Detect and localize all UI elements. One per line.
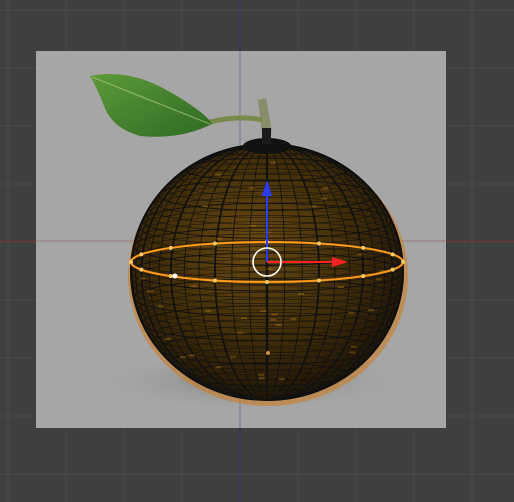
active-vertex[interactable] <box>173 274 178 279</box>
surface-highlight <box>241 317 247 319</box>
surface-highlight <box>139 277 145 279</box>
surface-highlight <box>351 346 357 348</box>
surface-highlight <box>298 293 304 295</box>
surface-highlight <box>259 377 265 379</box>
surface-highlight <box>357 254 363 256</box>
surface-highlight <box>180 356 186 358</box>
surface-highlight <box>191 285 197 287</box>
surface-highlight <box>216 366 222 368</box>
loop-vertex[interactable] <box>391 252 395 256</box>
surface-highlight <box>310 205 316 207</box>
surface-highlight <box>270 319 276 321</box>
surface-highlight <box>350 351 356 353</box>
loop-vertex[interactable] <box>213 278 217 282</box>
surface-highlight <box>279 378 285 380</box>
loop-vertex[interactable] <box>169 274 173 278</box>
surface-highlight <box>205 310 211 312</box>
surface-highlight <box>321 198 327 200</box>
surface-highlight <box>271 313 277 315</box>
loop-vertex[interactable] <box>361 274 365 278</box>
loop-vertex[interactable] <box>213 242 217 246</box>
surface-highlight <box>267 268 273 270</box>
surface-highlight <box>165 338 171 340</box>
loop-vertex[interactable] <box>139 268 143 272</box>
surface-highlight <box>237 332 243 334</box>
loop-vertex[interactable] <box>391 268 395 272</box>
loop-vertex[interactable] <box>361 246 365 250</box>
surface-highlight <box>275 324 281 326</box>
surface-highlight <box>249 187 255 189</box>
surface-highlight <box>258 374 264 376</box>
surface-highlight <box>260 310 266 312</box>
surface-highlight <box>322 187 328 189</box>
surface-highlight <box>290 318 296 320</box>
loop-vertex[interactable] <box>129 260 133 264</box>
surface-highlight <box>250 225 256 227</box>
surface-highlight <box>147 290 153 292</box>
loop-vertex[interactable] <box>139 252 143 256</box>
surface-highlight <box>230 356 236 358</box>
surface-highlight <box>215 174 221 176</box>
surface-highlight <box>158 305 164 307</box>
loop-vertex[interactable] <box>265 280 269 284</box>
loop-vertex[interactable] <box>169 246 173 250</box>
median-point <box>266 351 270 355</box>
loop-vertex[interactable] <box>317 242 321 246</box>
surface-highlight <box>216 238 222 240</box>
3d-viewport[interactable] <box>0 0 514 502</box>
surface-highlight <box>270 162 276 164</box>
surface-highlight <box>348 312 354 314</box>
surface-highlight <box>202 205 208 207</box>
loop-vertex[interactable] <box>401 260 405 264</box>
surface-highlight <box>189 354 195 356</box>
surface-highlight <box>338 286 344 288</box>
surface-highlight <box>368 309 374 311</box>
viewport-canvas[interactable] <box>0 0 514 502</box>
loop-vertex[interactable] <box>317 278 321 282</box>
surface-highlight <box>376 278 382 280</box>
